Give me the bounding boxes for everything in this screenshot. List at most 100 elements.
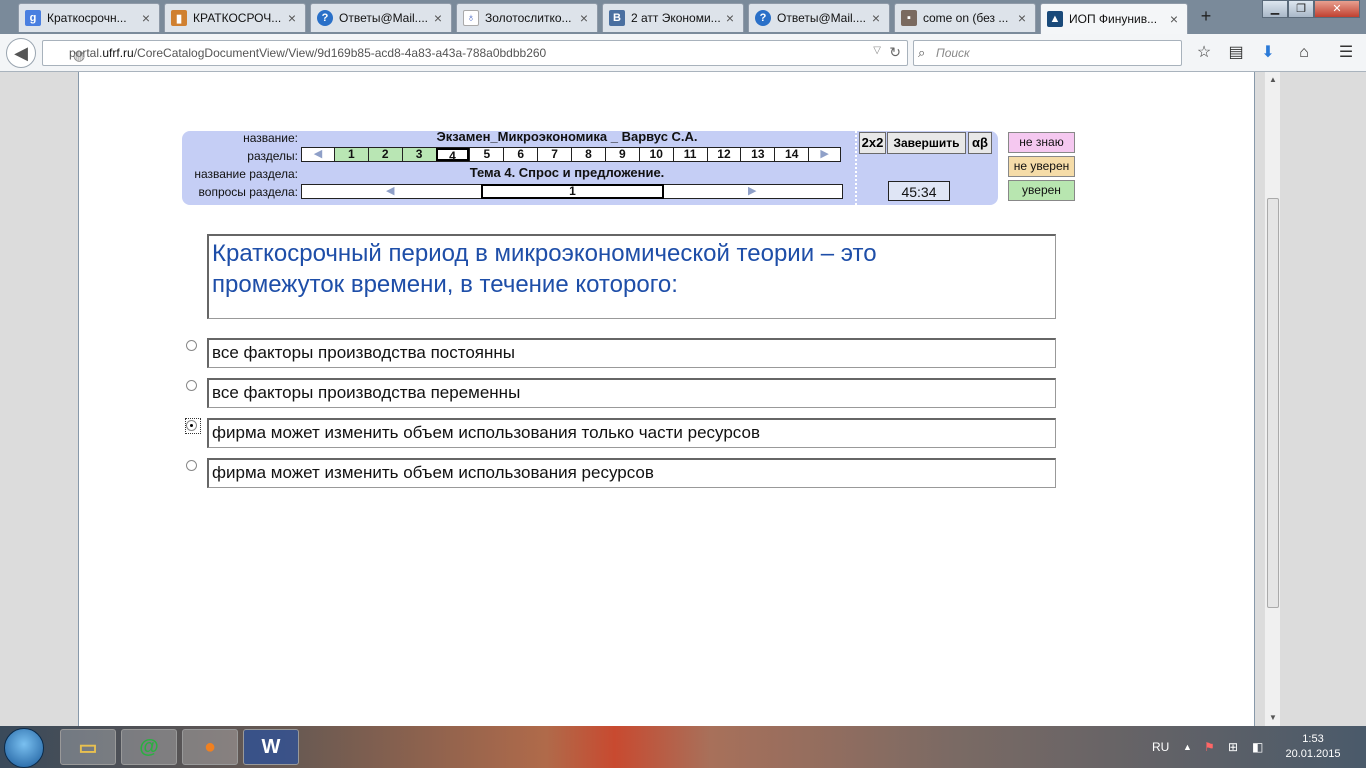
close-icon[interactable]: × [1167,11,1181,27]
browser-tab-active[interactable]: ▲ ИОП Финунив... × [1040,3,1188,34]
dropdown-arrow-icon[interactable]: ▽ [873,45,881,56]
close-icon[interactable]: × [285,10,299,26]
section-button-current[interactable]: 4 [435,148,470,163]
not-sure-button[interactable]: не уверен [1008,156,1075,177]
browser-tab[interactable]: ▮ КРАТКОСРОЧ... × [164,3,306,32]
question-icon: ? [317,10,333,26]
file-explorer-icon[interactable]: ▭ [60,729,116,765]
scroll-down-icon[interactable]: ▼ [1265,710,1281,726]
sure-button[interactable]: уверен [1008,180,1075,201]
search-icon: ⌕ [918,45,926,60]
answer-radio[interactable] [186,380,197,391]
section-questions-label: вопросы раздела: [198,185,298,199]
menu-icon[interactable]: ☰ [1332,39,1360,67]
search-input[interactable]: ⌕ Поиск [913,40,1182,66]
minimize-icon[interactable]: ▁ [1262,0,1288,18]
question-button-current[interactable]: 1 [481,184,664,199]
next-question-icon[interactable]: ▶ [748,185,756,198]
bookmark-star-icon[interactable]: ☆ [1190,39,1218,67]
mail-agent-icon[interactable]: @ [121,729,177,765]
globe-icon: ◍ [73,47,86,63]
section-button[interactable]: 11 [672,148,707,161]
start-button[interactable] [4,728,44,768]
section-button[interactable]: 14 [774,148,808,161]
download-icon[interactable]: ⬇ [1254,39,1282,67]
panel-divider [855,131,857,205]
close-icon[interactable]: × [431,10,445,26]
browser-tab[interactable]: B 2 атт Экономи... × [602,3,744,32]
section-button[interactable]: 1 [333,148,368,161]
answer-option[interactable]: все факторы производства постоянны [207,338,1056,368]
word-icon[interactable]: W [243,729,299,765]
search-placeholder: Поиск [936,46,970,60]
close-icon[interactable]: × [1015,10,1029,26]
browser-tab[interactable]: g Краткосрочн... × [18,3,160,32]
tab-label: КРАТКОСРОЧ... [193,11,282,25]
tray-expand-icon[interactable]: ▲ [1183,726,1192,768]
home-icon[interactable]: ⌂ [1290,39,1318,67]
section-button[interactable]: 13 [740,148,774,161]
chart-icon: ▮ [171,10,187,26]
url-bar[interactable]: ◍ portal. ufrf.ru/CoreCatalogDocumentView… [42,40,908,66]
section-button[interactable]: 12 [706,148,741,161]
answer-option[interactable]: фирма может изменить объем использования… [207,458,1056,488]
section-button[interactable]: 9 [604,148,639,161]
exam-title: Экзамен_Микроэкономика _ Варвус С.А. [436,129,698,144]
section-name-label: название раздела: [194,167,298,181]
section-button[interactable]: 7 [537,148,571,161]
questions-navigator: ◀ 1 ▶ [301,184,843,199]
answer-radio[interactable] [186,340,197,351]
section-button[interactable]: 3 [401,148,436,161]
sections-navigator: ◀ 1 2 3 4 5 6 7 8 9 10 11 12 13 14 ▶ [301,147,841,163]
section-button[interactable]: 5 [469,148,503,161]
windows-taskbar: ▭ @ ● W RU ▲ ⚑ ⊞ ◧ 1:53 20.01.2015 [0,726,1366,768]
flag-icon[interactable]: ⚑ [1204,726,1215,768]
answer-radio[interactable] [186,460,197,471]
browser-tab[interactable]: ? Ответы@Mail.... × [310,3,452,32]
close-window-icon[interactable]: ✕ [1314,0,1360,18]
answer-radio-selected[interactable] [186,420,197,431]
close-icon[interactable]: × [723,10,737,26]
url-path: /CoreCatalogDocumentView/View/9d169b85-a… [133,46,547,60]
next-section-icon[interactable]: ▶ [808,148,840,161]
vk-icon: B [609,10,625,26]
reload-icon[interactable]: ↻ [889,44,901,61]
browser-tab[interactable]: ♁ Золотослитко... × [456,3,598,32]
section-button[interactable]: 8 [571,148,605,161]
scroll-thumb[interactable] [1267,198,1279,608]
close-icon[interactable]: × [139,10,153,26]
clock-time: 1:53 [1302,733,1324,745]
language-indicator[interactable]: RU [1152,726,1169,768]
close-icon[interactable]: × [869,10,883,26]
volume-icon[interactable]: ◧ [1252,726,1263,768]
google-icon: g [25,10,41,26]
section-button[interactable]: 10 [638,148,673,161]
network-icon[interactable]: ⊞ [1228,726,1238,768]
clock[interactable]: 1:53 20.01.2015 [1280,732,1346,762]
section-title: Тема 4. Спрос и предложение. [469,165,665,180]
timer: 45:34 [888,181,950,201]
reading-list-icon[interactable]: ▤ [1222,39,1250,67]
question-text: Краткосрочный период в микроэкономическо… [207,234,1056,319]
question-line: промежуток времени, в течение которого: [212,271,678,298]
new-tab-button[interactable]: + [1196,6,1216,26]
answer-option[interactable]: фирма может изменить объем использования… [207,418,1056,448]
prev-section-icon[interactable]: ◀ [302,148,334,161]
prev-question-icon[interactable]: ◀ [386,185,394,198]
back-button[interactable]: ◀ [6,38,36,68]
finish-button[interactable]: Завершить [887,132,966,154]
firefox-icon[interactable]: ● [182,729,238,765]
vertical-scrollbar[interactable]: ▲ ▼ [1264,72,1280,726]
section-button[interactable]: 6 [503,148,537,161]
section-button[interactable]: 2 [367,148,402,161]
grid-view-button[interactable]: 2x2 [859,132,886,154]
close-icon[interactable]: × [577,10,591,26]
restore-icon[interactable]: ❐ [1288,0,1314,18]
dont-know-button[interactable]: не знаю [1008,132,1075,153]
scroll-up-icon[interactable]: ▲ [1265,72,1281,88]
browser-tab[interactable]: ▪ come on (без ... × [894,3,1036,32]
browser-tab[interactable]: ? Ответы@Mail.... × [748,3,890,32]
alphabet-button[interactable]: αβ [968,132,992,154]
answer-option[interactable]: все факторы производства переменны [207,378,1056,408]
question-line: Краткосрочный период в микроэкономическо… [212,240,877,267]
